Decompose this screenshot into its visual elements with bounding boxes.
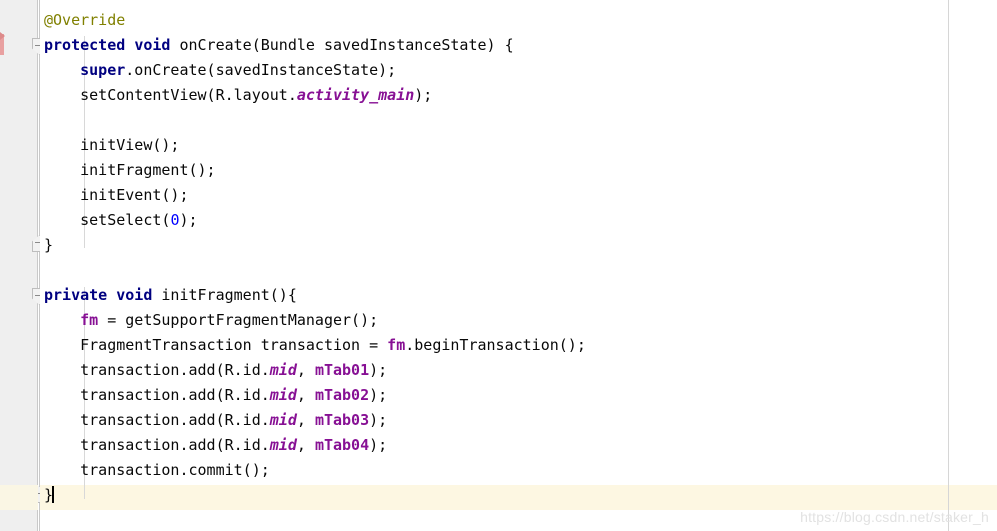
line-setcontentview[interactable]: setContentView(R.layout.activity_main); (40, 83, 997, 108)
line-transaction-add-2[interactable]: transaction.add(R.id.mid, mTab02); (40, 383, 997, 408)
code-token: setSelect( (80, 211, 171, 229)
code-token: super (80, 61, 126, 79)
current-line-gutter-highlight (0, 485, 38, 510)
line-initfragment-signature[interactable]: private void initFragment(){ (40, 283, 997, 308)
line-super-oncreate[interactable]: super.onCreate(savedInstanceState); (40, 58, 997, 83)
line-transaction-begin[interactable]: FragmentTransaction transaction = fm.beg… (40, 333, 997, 358)
code-token: transaction.add(R.id. (80, 436, 270, 454)
code-token: mTab01 (314, 361, 370, 379)
code-token: transaction.add(R.id. (80, 361, 270, 379)
line-initfragment-call[interactable]: initFragment(); (40, 158, 997, 183)
code-token: activity_main (296, 86, 415, 104)
code-token: , (296, 436, 315, 454)
line-setselect-call[interactable]: setSelect(0); (40, 208, 997, 233)
code-token: ); (414, 86, 433, 104)
line-fm-assign[interactable]: fm = getSupportFragmentManager(); (40, 308, 997, 333)
code-token: .beginTransaction(); (405, 336, 586, 354)
code-token: mid (269, 361, 297, 379)
code-token: , (296, 411, 315, 429)
code-token: ); (369, 386, 388, 404)
line-initevent-call[interactable]: initEvent(); (40, 183, 997, 208)
code-token: initEvent(); (80, 186, 189, 204)
line-override-annotation[interactable]: @Override (40, 8, 997, 33)
line-transaction-commit[interactable]: transaction.commit(); (40, 458, 997, 483)
code-token: , (296, 386, 315, 404)
code-token: transaction.commit(); (80, 461, 270, 479)
line-blank-2[interactable] (40, 258, 997, 283)
code-token: .onCreate(savedInstanceState); (125, 61, 397, 79)
code-token: ); (369, 361, 388, 379)
code-token: transaction.add(R.id. (80, 386, 270, 404)
code-token: initFragment(){ (152, 286, 297, 304)
code-token: , (296, 361, 315, 379)
watermark: https://blog.csdn.net/staker_h (800, 509, 989, 525)
vcs-annotation-strip[interactable] (0, 0, 6, 531)
code-token: initFragment(); (80, 161, 216, 179)
code-token: protected (44, 36, 126, 54)
code-surface[interactable]: @Override protected void onCreate(Bundle … (40, 0, 997, 531)
line-transaction-add-4[interactable]: transaction.add(R.id.mid, mTab04); (40, 433, 997, 458)
code-token: mTab03 (314, 411, 370, 429)
line-oncreate-close-brace[interactable]: } (40, 233, 997, 258)
code-token: void (116, 286, 153, 304)
code-token: = getSupportFragmentManager(); (98, 311, 379, 329)
code-token: FragmentTransaction transaction = (80, 336, 388, 354)
code-token: mid (269, 411, 297, 429)
code-token: ); (369, 411, 388, 429)
code-token: initView(); (80, 136, 180, 154)
code-token: } (44, 236, 54, 254)
line-initview-call[interactable]: initView(); (40, 133, 997, 158)
code-token: void (134, 36, 171, 54)
code-token: mid (269, 386, 297, 404)
code-token: fm (387, 336, 406, 354)
code-token: mid (269, 436, 297, 454)
line-initfragment-close-brace[interactable]: } (40, 483, 997, 508)
line-blank-1[interactable] (40, 108, 997, 133)
code-token: fm (80, 311, 99, 329)
code-token: onCreate(Bundle savedInstanceState) { (170, 36, 514, 54)
code-token: @Override (44, 11, 126, 29)
code-token: private (44, 286, 108, 304)
line-transaction-add-1[interactable]: transaction.add(R.id.mid, mTab01); (40, 358, 997, 383)
code-token: setContentView(R.layout. (80, 86, 297, 104)
code-token: transaction.add(R.id. (80, 411, 270, 429)
code-token: mTab04 (314, 436, 370, 454)
code-lines-container[interactable]: @Override protected void onCreate(Bundle … (40, 0, 997, 508)
code-token: ); (179, 211, 198, 229)
code-token: ); (369, 436, 388, 454)
text-caret (52, 486, 55, 503)
vcs-change-marker[interactable] (0, 32, 5, 55)
code-token: mTab02 (314, 386, 370, 404)
line-transaction-add-3[interactable]: transaction.add(R.id.mid, mTab03); (40, 408, 997, 433)
code-editor[interactable]: @Override protected void onCreate(Bundle … (0, 0, 997, 531)
line-oncreate-signature[interactable]: protected void onCreate(Bundle savedInst… (40, 33, 997, 58)
